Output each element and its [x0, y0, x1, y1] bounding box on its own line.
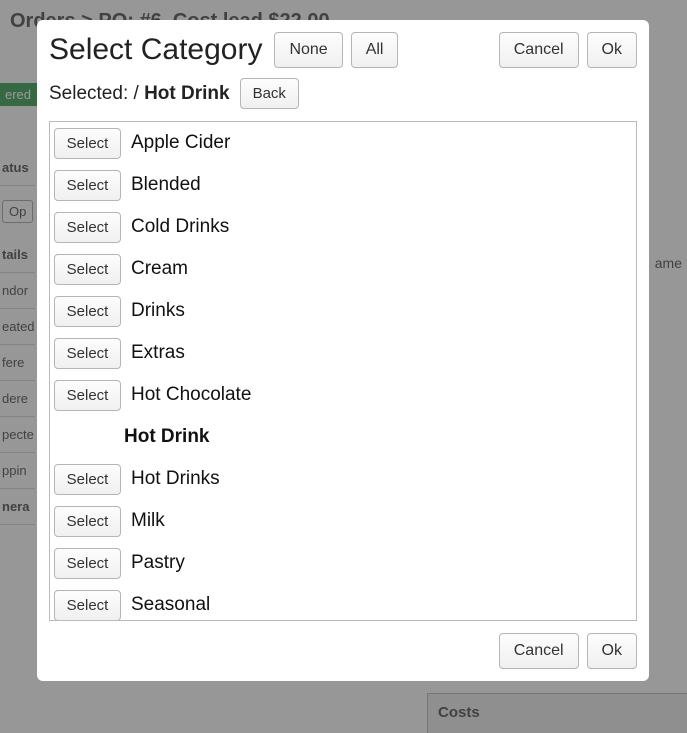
select-category-button[interactable]: Select	[54, 590, 122, 621]
select-cell: Select	[50, 334, 125, 373]
category-row: SelectHot Chocolate	[50, 374, 636, 416]
category-row: SelectCold Drinks	[50, 206, 636, 248]
select-cell: Select	[50, 586, 125, 622]
category-row: SelectCream	[50, 248, 636, 290]
back-button[interactable]: Back	[240, 78, 299, 109]
select-cell: Select	[50, 502, 125, 541]
category-row: SelectMilk	[50, 500, 636, 542]
selected-breadcrumb: Selected: / Hot Drink Back	[49, 78, 637, 109]
category-label: Drinks	[125, 300, 185, 322]
select-category-button[interactable]: Select	[54, 464, 122, 495]
select-category-button[interactable]: Select	[54, 170, 122, 201]
ok-button-top[interactable]: Ok	[587, 32, 637, 68]
modal-header: Select Category None All Cancel Ok	[49, 32, 637, 68]
select-cell: Select	[50, 166, 125, 205]
category-row: Hot Drink	[50, 416, 636, 458]
category-label: Hot Chocolate	[125, 384, 251, 406]
category-row: SelectSeasonal	[50, 584, 636, 621]
category-row: SelectPastry	[50, 542, 636, 584]
category-row: SelectBlended	[50, 164, 636, 206]
category-label: Hot Drinks	[125, 468, 220, 490]
category-label: Apple Cider	[125, 132, 230, 154]
select-category-button[interactable]: Select	[54, 380, 122, 411]
select-category-button[interactable]: Select	[54, 254, 122, 285]
select-category-modal: Select Category None All Cancel Ok Selec…	[37, 20, 649, 681]
all-button[interactable]: All	[351, 32, 399, 68]
cancel-button-top[interactable]: Cancel	[499, 32, 579, 68]
category-row: SelectDrinks	[50, 290, 636, 332]
select-category-button[interactable]: Select	[54, 296, 122, 327]
select-cell: Select	[50, 460, 125, 499]
category-label: Cold Drinks	[125, 216, 229, 238]
cancel-button-bottom[interactable]: Cancel	[499, 633, 579, 669]
selected-value: Hot Drink	[144, 83, 230, 104]
select-cell: Select	[50, 124, 125, 163]
modal-title: Select Category	[49, 33, 262, 67]
select-cell: Select	[50, 376, 125, 415]
select-category-button[interactable]: Select	[54, 506, 122, 537]
category-label: Seasonal	[125, 594, 210, 616]
selected-label: Selected: /	[49, 83, 144, 104]
category-label: Hot Drink	[50, 426, 210, 448]
select-cell: Select	[50, 250, 125, 289]
select-category-button[interactable]: Select	[54, 338, 122, 369]
select-cell: Select	[50, 292, 125, 331]
category-row: SelectExtras	[50, 332, 636, 374]
category-list: SelectApple CiderSelectBlendedSelectCold…	[49, 121, 637, 621]
ok-button-bottom[interactable]: Ok	[587, 633, 637, 669]
select-category-button[interactable]: Select	[54, 212, 122, 243]
category-label: Milk	[125, 510, 165, 532]
category-label: Pastry	[125, 552, 185, 574]
select-category-button[interactable]: Select	[54, 128, 122, 159]
category-row: SelectHot Drinks	[50, 458, 636, 500]
select-category-button[interactable]: Select	[54, 548, 122, 579]
none-button[interactable]: None	[274, 32, 342, 68]
category-label: Blended	[125, 174, 201, 196]
category-row: SelectApple Cider	[50, 122, 636, 164]
modal-footer: Cancel Ok	[49, 633, 637, 669]
category-label: Cream	[125, 258, 188, 280]
select-cell: Select	[50, 544, 125, 583]
select-cell: Select	[50, 208, 125, 247]
category-label: Extras	[125, 342, 185, 364]
